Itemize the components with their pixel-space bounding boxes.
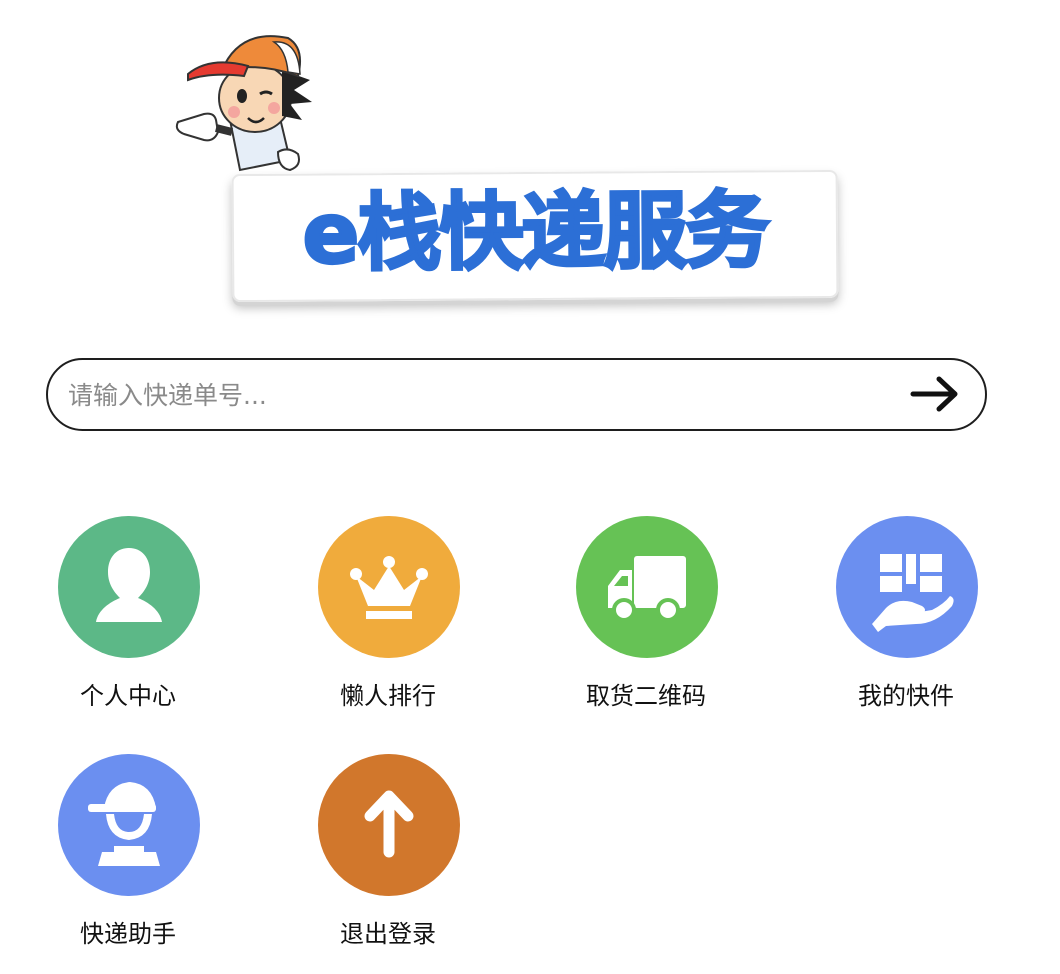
mascot-icon bbox=[175, 35, 312, 172]
ranking-label: 懒人排行 bbox=[340, 682, 436, 710]
truck-icon bbox=[576, 516, 718, 658]
courier-helper-button[interactable]: 快递助手 bbox=[48, 754, 208, 954]
pickup-qrcode-button[interactable]: 取货二维码 bbox=[566, 516, 726, 716]
arrow-right-icon[interactable] bbox=[909, 374, 961, 414]
arrow-up-icon bbox=[318, 754, 460, 896]
parcels-label: 我的快件 bbox=[858, 682, 954, 710]
parcels-circle bbox=[836, 516, 978, 658]
parcel-hand-icon bbox=[836, 516, 978, 658]
ranking-button[interactable]: 懒人排行 bbox=[308, 516, 468, 716]
profile-button[interactable]: 个人中心 bbox=[48, 516, 208, 716]
tracking-number-input[interactable] bbox=[66, 360, 890, 431]
my-parcels-button[interactable]: 我的快件 bbox=[826, 516, 986, 716]
courier-icon bbox=[58, 754, 200, 896]
ranking-circle bbox=[318, 516, 460, 658]
profile-label: 个人中心 bbox=[80, 682, 176, 710]
logout-circle bbox=[318, 754, 460, 896]
logo-title: e栈快递服务 bbox=[301, 180, 770, 284]
pickup-circle bbox=[576, 516, 718, 658]
crown-icon bbox=[318, 516, 460, 658]
logo-banner: e栈快递服务 bbox=[231, 169, 839, 303]
pickup-label: 取货二维码 bbox=[586, 682, 706, 710]
app-logo: e栈快递服务 bbox=[170, 20, 850, 305]
logout-label: 退出登录 bbox=[340, 920, 436, 948]
helper-circle bbox=[58, 754, 200, 896]
profile-circle bbox=[58, 516, 200, 658]
helper-label: 快递助手 bbox=[80, 920, 176, 948]
logout-button[interactable]: 退出登录 bbox=[308, 754, 468, 954]
search-bar bbox=[46, 358, 987, 431]
user-icon bbox=[58, 516, 200, 658]
